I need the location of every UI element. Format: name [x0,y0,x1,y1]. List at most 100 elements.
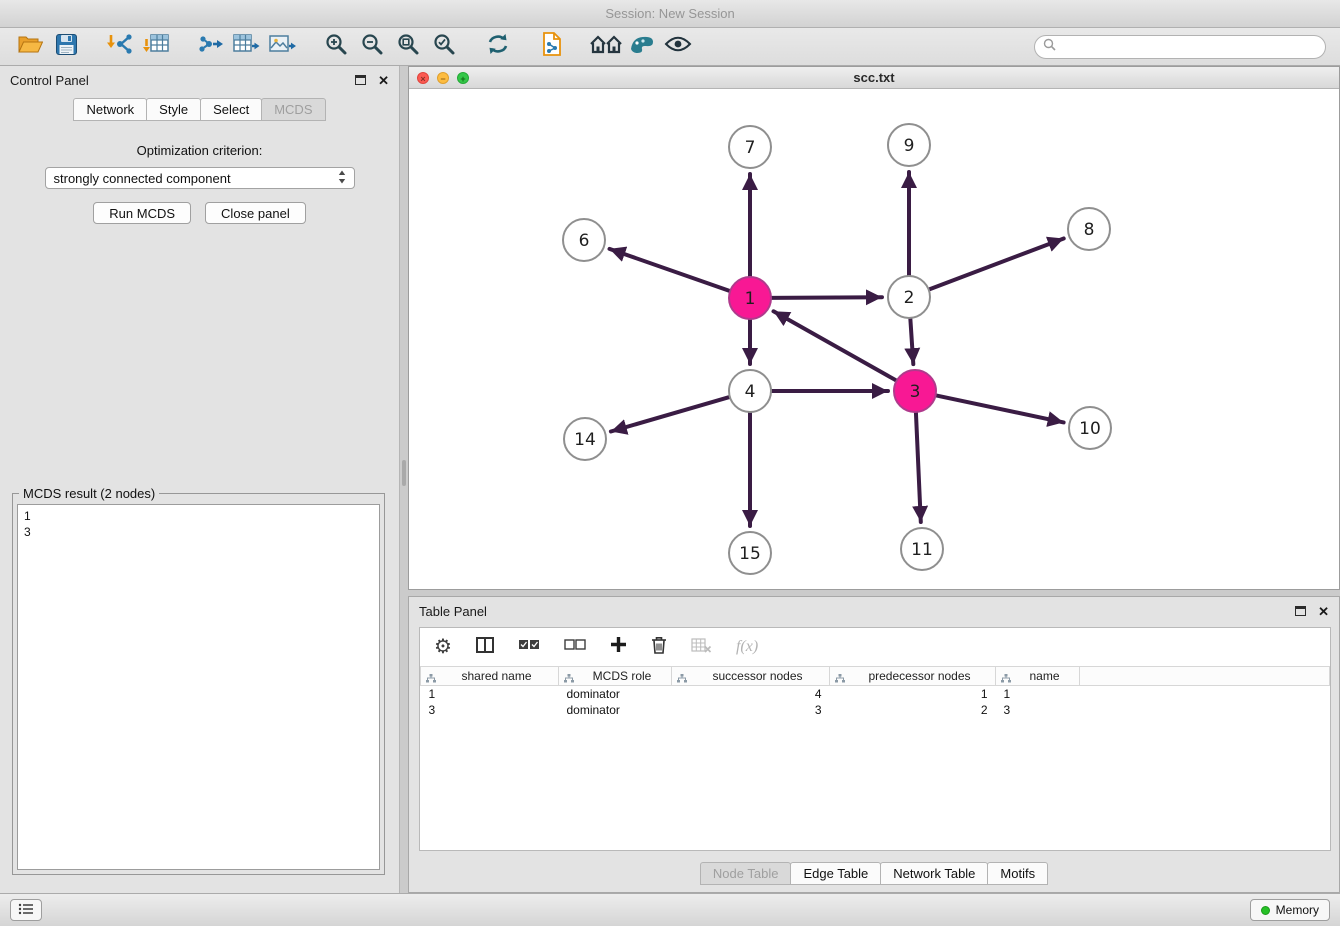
palette-icon [629,34,655,59]
refresh-view-button[interactable] [480,31,516,63]
tab-network-table[interactable]: Network Table [880,862,988,885]
export-image-icon [269,33,296,60]
close-panel-icon[interactable]: ✕ [378,74,389,87]
memory-button[interactable]: Memory [1250,899,1330,921]
column-header-mcds-role[interactable]: MCDS role [559,667,672,686]
select-all-button[interactable] [518,638,540,656]
column-header-name[interactable]: name [996,667,1080,686]
close-table-panel-icon[interactable]: ✕ [1318,605,1329,618]
zoom-in-button[interactable] [318,31,354,63]
export-table-button[interactable] [228,31,264,63]
column-type-icon [677,672,687,686]
table-panel-header: Table Panel ✕ [409,597,1339,625]
zoom-in-icon [324,32,348,61]
edge-2-3[interactable] [910,318,913,364]
tab-node-table[interactable]: Node Table [700,862,792,885]
column-header-shared-name[interactable]: shared name [421,667,559,686]
edge-3-11[interactable] [916,412,921,522]
show-graphics-details-button[interactable] [660,31,696,63]
criterion-dropdown[interactable]: strongly connected component [45,167,355,189]
save-floppy-icon [56,34,77,60]
node-7[interactable]: 7 [729,126,771,168]
cell-shared-name[interactable]: 3 [421,702,559,718]
node-1[interactable]: 1 [729,277,771,319]
zoom-fit-button[interactable] [390,31,426,63]
select-all-icon [518,638,540,656]
tab-network[interactable]: Network [73,98,147,121]
mcds-result-line: 1 [24,508,373,524]
table-header-row: shared name MCDS role successor nodes [421,667,1330,686]
open-session-button[interactable] [12,31,48,63]
column-header-predecessor-nodes[interactable]: predecessor nodes [830,667,996,686]
tab-edge-table[interactable]: Edge Table [790,862,881,885]
edge-2-8[interactable] [929,239,1064,290]
node-2[interactable]: 2 [888,276,930,318]
table-row[interactable]: 1 dominator 4 1 1 [421,686,1330,702]
cell-mcds-role[interactable]: dominator [559,702,672,718]
column-type-icon [835,672,845,686]
cell-successor-nodes[interactable]: 4 [672,686,830,702]
import-table-button[interactable] [138,31,174,63]
cell-name[interactable]: 1 [996,686,1080,702]
node-11[interactable]: 11 [901,528,943,570]
cell-predecessor-nodes[interactable]: 2 [830,702,996,718]
tab-select[interactable]: Select [200,98,262,121]
node-14[interactable]: 14 [564,418,606,460]
node-9[interactable]: 9 [888,124,930,166]
search-input[interactable] [1062,39,1317,54]
node-15[interactable]: 15 [729,532,771,574]
window-minimize-button[interactable]: − [437,72,449,84]
node-10[interactable]: 10 [1069,407,1111,449]
column-type-icon [426,672,436,686]
show-panels-button[interactable] [10,899,42,921]
edge-1-2[interactable] [771,297,882,298]
mcds-result-box[interactable]: 1 3 [17,504,380,870]
tab-mcds[interactable]: MCDS [261,98,325,121]
main-toolbar [0,28,1340,66]
deselect-all-button[interactable] [564,638,586,656]
table-settings-button[interactable]: ⚙ [434,637,452,657]
close-panel-button[interactable]: Close panel [205,202,306,224]
export-image-button[interactable] [264,31,300,63]
node-6[interactable]: 6 [563,219,605,261]
cell-predecessor-nodes[interactable]: 1 [830,686,996,702]
edge-4-14[interactable] [611,397,730,432]
window-titlebar: Session: New Session [0,0,1340,28]
cell-mcds-role[interactable]: dominator [559,686,672,702]
float-panel-icon[interactable] [355,75,366,85]
column-header-successor-nodes[interactable]: successor nodes [672,667,830,686]
add-column-button[interactable] [610,636,627,658]
node-8[interactable]: 8 [1068,208,1110,250]
window-zoom-button[interactable]: + [457,72,469,84]
tab-style[interactable]: Style [146,98,201,121]
cell-name[interactable]: 3 [996,702,1080,718]
node-4[interactable]: 4 [729,370,771,412]
run-mcds-button[interactable]: Run MCDS [93,202,191,224]
cell-successor-nodes[interactable]: 3 [672,702,830,718]
table-panel-tabs: Node Table Edge Table Network Table Moti… [409,862,1339,885]
float-table-panel-icon[interactable] [1295,606,1306,616]
edge-3-1[interactable] [774,311,897,380]
import-network-button[interactable] [102,31,138,63]
network-canvas[interactable]: 7 9 6 8 1 2 4 3 14 10 15 11 [409,89,1339,589]
tab-motifs[interactable]: Motifs [987,862,1048,885]
edge-3-10[interactable] [936,395,1064,422]
edge-1-6[interactable] [610,249,731,291]
window-close-button[interactable]: × [417,72,429,84]
apply-style-button[interactable] [624,31,660,63]
list-icon [18,903,34,918]
dropdown-stepper-icon [338,170,346,187]
zoom-out-button[interactable] [354,31,390,63]
cell-shared-name[interactable]: 1 [421,686,559,702]
panel-splitter[interactable] [400,66,408,893]
delete-column-button[interactable] [651,636,667,659]
zoom-selected-button[interactable] [426,31,462,63]
memory-status-icon [1261,906,1270,915]
home-view-button[interactable] [588,31,624,63]
export-network-button[interactable] [192,31,228,63]
show-columns-button[interactable] [476,637,494,658]
table-row[interactable]: 3 dominator 3 2 3 [421,702,1330,718]
save-session-button[interactable] [48,31,84,63]
network-document-button[interactable] [534,31,570,63]
node-3[interactable]: 3 [894,370,936,412]
